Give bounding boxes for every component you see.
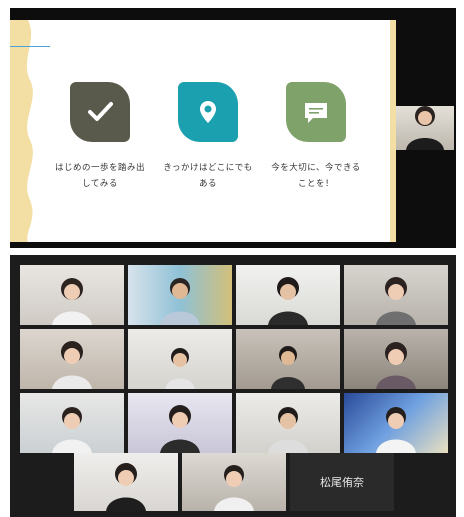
participant-avatar [165, 348, 195, 389]
slide-accent-line [10, 46, 50, 47]
speech-bubble-icon [286, 82, 346, 142]
participant-tile[interactable] [20, 265, 124, 325]
participant-avatar [271, 346, 305, 389]
participant-avatar [52, 407, 92, 453]
participant-tile[interactable] [74, 453, 178, 511]
participant-tile-video-off[interactable]: 松尾侑奈 [290, 453, 394, 511]
participant-tile[interactable] [182, 453, 286, 511]
participant-tile[interactable] [20, 329, 124, 389]
participant-avatar [160, 278, 200, 325]
participant-avatar [52, 278, 92, 325]
participant-tile[interactable] [20, 393, 124, 453]
participant-tile[interactable] [236, 265, 340, 325]
participant-tile[interactable] [344, 265, 448, 325]
slide-item-opportunity: きっかけはどこにでも ある [148, 82, 268, 192]
slide-item-first-step: はじめの一歩を踏み出 してみる [40, 82, 160, 192]
slide-item-caption: きっかけはどこにでも ある [163, 163, 253, 189]
participant-avatar [52, 341, 92, 389]
slide-item-cherish-now: 今を大切に、今できる ことを！ [256, 82, 376, 192]
participant-tile[interactable] [128, 265, 232, 325]
participant-avatar [376, 407, 416, 453]
participant-avatar [376, 277, 416, 325]
participant-avatar [376, 342, 416, 389]
participant-tile[interactable] [236, 393, 340, 453]
participant-tile[interactable] [344, 393, 448, 453]
check-icon [70, 82, 130, 142]
participant-avatar [106, 463, 146, 511]
participant-name: 松尾侑奈 [320, 476, 364, 489]
participant-tile[interactable] [128, 393, 232, 453]
participant-avatar [214, 465, 254, 511]
participant-tile[interactable] [236, 329, 340, 389]
participant-tile[interactable] [128, 329, 232, 389]
participant-avatar [268, 277, 308, 325]
screen-share-view: はじめの一歩を踏み出 してみる きっかけはどこにでも ある 今を大切に、今できる… [10, 8, 456, 248]
active-speaker-video[interactable] [396, 106, 454, 150]
participant-avatar [268, 407, 308, 453]
participant-gallery: 松尾侑奈 [10, 255, 456, 517]
participant-avatar [160, 405, 200, 453]
participant-tile[interactable] [344, 329, 448, 389]
slide-item-caption: はじめの一歩を踏み出 してみる [54, 163, 145, 189]
location-pin-icon [178, 82, 238, 142]
participant-avatar [406, 106, 444, 150]
presentation-slide: はじめの一歩を踏み出 してみる きっかけはどこにでも ある 今を大切に、今できる… [10, 20, 396, 242]
slide-wave-border [10, 20, 33, 242]
slide-item-caption: 今を大切に、今できる ことを！ [271, 163, 361, 189]
